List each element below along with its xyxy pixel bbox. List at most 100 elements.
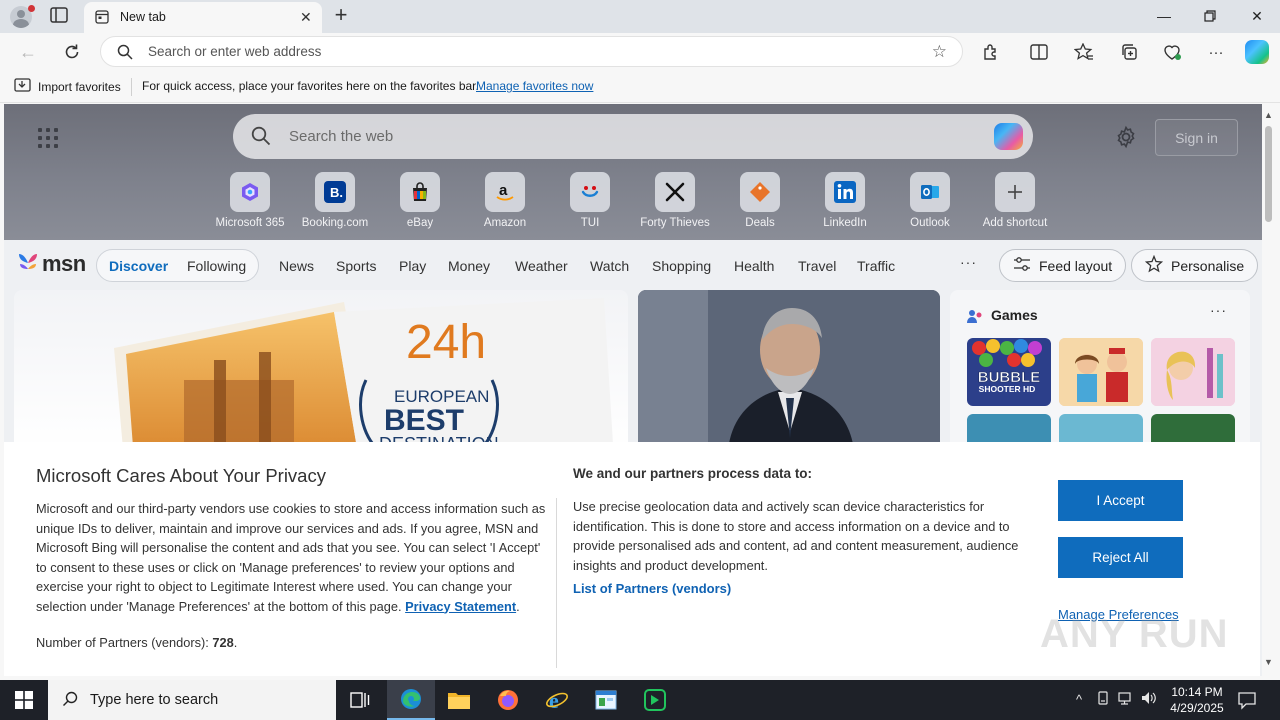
restore-window-icon[interactable] [1200, 6, 1220, 26]
shortcut-microsoft-365[interactable]: Microsoft 365 [208, 172, 292, 229]
shortcut-forty-thieves[interactable]: Forty Thieves [633, 172, 717, 229]
favorite-star-icon[interactable]: ☆ [932, 42, 947, 62]
personalise-button[interactable]: Personalise [1131, 249, 1259, 282]
refresh-icon[interactable] [61, 41, 83, 63]
sliders-icon [1013, 256, 1031, 275]
web-search-box[interactable] [233, 114, 1033, 159]
nav-weather[interactable]: Weather [515, 258, 568, 274]
favorites-hint: For quick access, place your favorites h… [142, 79, 479, 93]
feed-card-news[interactable] [638, 290, 940, 450]
forty-thieves-icon [655, 172, 695, 212]
page-scrollbar-thumb[interactable] [1265, 126, 1272, 222]
profile-notification-dot [28, 5, 35, 12]
copilot-icon[interactable] [1245, 40, 1269, 64]
firefox-icon[interactable] [484, 680, 532, 720]
accept-button[interactable]: I Accept [1058, 480, 1183, 521]
tab-following[interactable]: Following [187, 258, 246, 274]
back-arrow-icon[interactable]: ← [17, 41, 39, 63]
tab-title: New tab [120, 10, 166, 24]
msn-logo[interactable]: msn [16, 250, 86, 277]
game-tile-3[interactable] [1151, 338, 1235, 406]
sign-in-button[interactable]: Sign in [1155, 119, 1238, 156]
games-panel: Games ··· BUBBLE SHOOTER HD [950, 290, 1250, 482]
address-bar[interactable]: ☆ [100, 36, 963, 67]
more-options-icon[interactable]: ··· [1205, 41, 1227, 63]
nav-health[interactable]: Health [734, 258, 774, 274]
games-title: Games [991, 307, 1038, 323]
scroll-down-arrow-icon[interactable]: ▼ [1264, 657, 1273, 667]
taskbar-search-box[interactable]: Type here to search [48, 680, 336, 720]
internet-explorer-icon[interactable]: e [533, 680, 581, 720]
copilot-search-icon[interactable] [994, 123, 1023, 150]
nav-play[interactable]: Play [399, 258, 426, 274]
list-of-partners-link[interactable]: List of Partners (vendors) [573, 581, 731, 596]
plus-icon [995, 172, 1035, 212]
network-icon[interactable] [1117, 691, 1135, 709]
game-bubble-shooter[interactable]: BUBBLE SHOOTER HD [967, 338, 1051, 406]
task-view-icon[interactable] [336, 680, 384, 720]
nav-travel[interactable]: Travel [798, 258, 836, 274]
shortcut-linkedin[interactable]: LinkedIn [803, 172, 887, 229]
file-explorer-icon[interactable] [435, 680, 483, 720]
close-tab-icon[interactable]: ✕ [300, 9, 312, 25]
address-input[interactable] [148, 37, 848, 66]
manage-favorites-link[interactable]: Manage favorites now [476, 79, 593, 93]
clock-date: 4/29/2025 [1170, 701, 1224, 715]
favorites-icon[interactable] [1073, 41, 1095, 63]
tab-actions-icon[interactable] [50, 7, 70, 25]
start-button[interactable] [0, 680, 48, 720]
close-window-icon[interactable]: ✕ [1247, 6, 1267, 26]
new-tab-button[interactable]: + [330, 4, 352, 26]
shortcut-tui[interactable]: TUI [548, 172, 632, 229]
tab-discover[interactable]: Discover [109, 258, 168, 274]
nav-money[interactable]: Money [448, 258, 490, 274]
shortcut-add[interactable]: Add shortcut [973, 172, 1057, 229]
collections-icon[interactable] [1118, 41, 1140, 63]
browser-tab-active[interactable]: New tab ✕ [84, 2, 322, 33]
feed-layout-button[interactable]: Feed layout [999, 249, 1127, 282]
anyrun-agent-icon[interactable] [631, 680, 679, 720]
nav-traffic[interactable]: Traffic [857, 258, 895, 274]
nav-watch[interactable]: Watch [590, 258, 629, 274]
import-favorites-button[interactable]: Import favorites [14, 78, 121, 96]
show-hidden-icons-chevron-icon[interactable]: ^ [1070, 691, 1088, 709]
shortcut-deals[interactable]: Deals [718, 172, 802, 229]
web-search-input[interactable] [289, 114, 969, 159]
split-screen-icon[interactable] [1028, 41, 1050, 63]
shortcut-booking[interactable]: B. Booking.com [293, 172, 377, 229]
import-favorites-label: Import favorites [38, 80, 121, 94]
nav-sports[interactable]: Sports [336, 258, 376, 274]
app-launcher-icon[interactable] [38, 128, 58, 148]
device-icon[interactable] [1094, 691, 1112, 709]
notification-center-icon[interactable] [1237, 690, 1257, 713]
privacy-statement-link[interactable]: Privacy Statement [405, 599, 516, 614]
shortcut-ebay[interactable]: eBay [378, 172, 462, 229]
extensions-icon[interactable] [980, 41, 1002, 63]
shortcut-label: eBay [406, 217, 434, 229]
shortcut-amazon[interactable]: a Amazon [463, 172, 547, 229]
partners-count-label: Number of Partners (vendors): [36, 635, 209, 650]
svg-text:B.: B. [330, 185, 343, 200]
search-icon [251, 126, 271, 149]
minimize-window-icon[interactable]: — [1154, 6, 1174, 26]
shortcuts-row: Microsoft 365 B. Booking.com eBay a Amaz… [4, 172, 1262, 232]
game-tile-2[interactable] [1059, 338, 1143, 406]
scroll-up-arrow-icon[interactable]: ▲ [1264, 110, 1273, 120]
edge-taskbar-icon[interactable] [387, 680, 435, 720]
volume-icon[interactable] [1140, 691, 1158, 709]
app-window-icon[interactable] [582, 680, 630, 720]
svg-text:a: a [499, 182, 508, 199]
browser-essentials-icon[interactable] [1161, 41, 1183, 63]
nav-news[interactable]: News [279, 258, 314, 274]
reject-all-button[interactable]: Reject All [1058, 537, 1183, 578]
feed-card-hero[interactable]: 24h EUROPEAN BEST DESTINATION [14, 290, 628, 450]
nav-shopping[interactable]: Shopping [652, 258, 711, 274]
msn-butterfly-icon [16, 250, 40, 277]
games-more-icon[interactable]: ··· [1210, 302, 1227, 318]
privacy-divider [556, 498, 557, 668]
system-clock[interactable]: 10:14 PM 4/29/2025 [1162, 684, 1232, 716]
nav-more-icon[interactable]: ··· [960, 254, 977, 270]
settings-gear-icon[interactable] [1114, 125, 1138, 152]
shortcut-outlook[interactable]: Outlook [888, 172, 972, 229]
search-icon [62, 691, 78, 710]
